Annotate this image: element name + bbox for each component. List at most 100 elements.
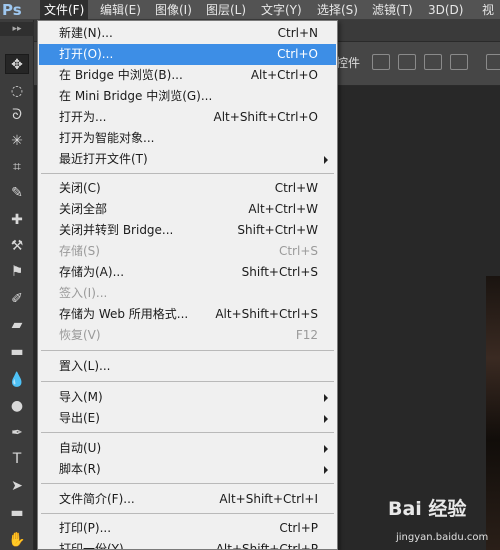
menu-item-label: 新建(N)... (59, 26, 113, 40)
menu-item-shortcut: Alt+Ctrl+O (250, 68, 318, 82)
menu-item-label: 脚本(R) (59, 462, 101, 476)
history-brush-tool-icon[interactable]: ✐ (5, 289, 29, 309)
blur-tool-icon[interactable]: 💧 (5, 370, 29, 390)
menu-item-label: 存储(S) (59, 244, 100, 258)
menu-item-label: 置入(L)... (59, 359, 111, 373)
controls-label: 控件 (336, 56, 361, 70)
eyedropper-tool-icon[interactable]: ✎ (5, 183, 29, 203)
menu-item-open-recent[interactable]: 最近打开文件(T) (39, 149, 336, 170)
menu-item-label: 关闭并转到 Bridge... (59, 223, 174, 237)
menu-item-close-and-go-to-bridge[interactable]: 关闭并转到 Bridge... Shift+Ctrl+W (39, 220, 336, 241)
menu-item-export[interactable]: 导出(E) (39, 408, 336, 429)
align-left-icon[interactable] (450, 54, 468, 70)
menu-item-scripts[interactable]: 脚本(R) (39, 459, 336, 480)
menu-item-label: 导出(E) (59, 411, 100, 425)
menu-item-open-as[interactable]: 打开为... Alt+Shift+Ctrl+O (39, 107, 336, 128)
healing-brush-tool-icon[interactable]: ✚ (5, 210, 29, 230)
submenu-arrow-icon (324, 445, 328, 453)
magic-wand-tool-icon[interactable]: ✳ (5, 131, 29, 151)
menu-item-shortcut: Ctrl+N (277, 26, 318, 40)
menu-separator (41, 483, 334, 484)
menu-view[interactable]: 视 (478, 0, 498, 20)
menu-item-label: 签入(I)... (59, 286, 108, 300)
menu-item-shortcut: F12 (295, 328, 318, 342)
move-tool-icon[interactable]: ✥ (5, 54, 29, 74)
menu-layer[interactable]: 图层(L) (202, 0, 250, 20)
menu-item-label: 存储为 Web 所用格式... (59, 307, 189, 321)
menu-item-label: 文件简介(F)... (59, 492, 135, 506)
menu-separator (41, 173, 334, 174)
menu-3d[interactable]: 3D(D) (424, 0, 467, 20)
menu-item-label: 打印一份(Y) (59, 542, 124, 550)
menu-item-browse-in-bridge[interactable]: 在 Bridge 中浏览(B)... Alt+Ctrl+O (39, 65, 336, 86)
menu-item-save[interactable]: 存储(S) Ctrl+S (39, 241, 336, 262)
menu-item-shortcut: Ctrl+S (278, 244, 318, 258)
menu-item-browse-in-mini-bridge[interactable]: 在 Mini Bridge 中浏览(G)... (39, 86, 336, 107)
menu-select[interactable]: 选择(S) (313, 0, 362, 20)
menu-item-save-for-web[interactable]: 存储为 Web 所用格式... Alt+Shift+Ctrl+S (39, 304, 336, 325)
menu-item-save-as[interactable]: 存储为(A)... Shift+Ctrl+S (39, 262, 336, 283)
eraser-tool-icon[interactable]: ▰ (5, 315, 29, 335)
menu-item-shortcut: Shift+Ctrl+S (241, 265, 318, 279)
menu-item-label: 关闭(C) (59, 181, 101, 195)
menu-item-shortcut: Ctrl+P (279, 521, 318, 535)
brush-tool-icon[interactable]: ⚒ (5, 236, 29, 256)
menu-separator (41, 513, 334, 514)
menu-image[interactable]: 图像(I) (151, 0, 196, 20)
file-menu-dropdown: 新建(N)... Ctrl+N 打开(O)... Ctrl+O 在 Bridge… (37, 20, 338, 550)
hand-tool-icon[interactable]: ✋ (5, 530, 29, 550)
menu-item-place[interactable]: 置入(L)... (39, 356, 336, 377)
menu-separator (41, 381, 334, 382)
dodge-tool-icon[interactable]: ● (5, 396, 29, 416)
menu-item-shortcut: Ctrl+O (277, 47, 318, 61)
crop-tool-icon[interactable]: ⌗ (5, 157, 29, 177)
menu-item-check-in[interactable]: 签入(I)... (39, 283, 336, 304)
submenu-arrow-icon (324, 156, 328, 164)
menu-type[interactable]: 文字(Y) (257, 0, 306, 20)
menu-item-file-info[interactable]: 文件简介(F)... Alt+Shift+Ctrl+I (39, 489, 336, 510)
menu-file[interactable]: 文件(F) (40, 0, 89, 20)
distribute-icon[interactable] (486, 54, 500, 70)
align-middle-icon[interactable] (398, 54, 416, 70)
menu-item-label: 在 Mini Bridge 中浏览(G)... (59, 89, 213, 103)
menu-item-open[interactable]: 打开(O)... Ctrl+O (39, 44, 336, 65)
menu-item-automate[interactable]: 自动(U) (39, 438, 336, 459)
menu-item-shortcut: Alt+Shift+Ctrl+O (213, 110, 318, 124)
watermark-url: jingyan.baidu.com (396, 532, 489, 543)
clone-stamp-tool-icon[interactable]: ⚑ (5, 262, 29, 282)
menu-item-import[interactable]: 导入(M) (39, 387, 336, 408)
baidu-jingyan-watermark: Bai 经验 jingyan.baidu.com (388, 494, 500, 550)
submenu-arrow-icon (324, 394, 328, 402)
type-tool-icon[interactable]: T (5, 449, 29, 469)
menu-item-label: 打开为... (59, 110, 107, 124)
menu-item-shortcut: Alt+Ctrl+W (248, 202, 318, 216)
menu-item-label: 导入(M) (59, 390, 103, 404)
menu-item-shortcut: Alt+Shift+Ctrl+I (219, 492, 318, 506)
lasso-tool-icon[interactable]: ᘐ (5, 105, 29, 125)
menu-filter[interactable]: 滤镜(T) (368, 0, 417, 20)
menu-item-new[interactable]: 新建(N)... Ctrl+N (39, 23, 336, 44)
menu-item-shortcut: Alt+Shift+Ctrl+S (215, 307, 318, 321)
gradient-tool-icon[interactable]: ▬ (5, 342, 29, 362)
menu-item-open-as-smart-object[interactable]: 打开为智能对象... (39, 128, 336, 149)
menu-item-close[interactable]: 关闭(C) Ctrl+W (39, 178, 336, 199)
path-selection-tool-icon[interactable]: ➤ (5, 476, 29, 496)
submenu-arrow-icon (324, 415, 328, 423)
menu-item-print-one-copy[interactable]: 打印一份(Y) Alt+Shift+Ctrl+P (39, 539, 336, 550)
menu-separator (41, 432, 334, 433)
pen-tool-icon[interactable]: ✒ (5, 423, 29, 443)
menu-item-revert[interactable]: 恢复(V) F12 (39, 325, 336, 346)
menu-item-close-all[interactable]: 关闭全部 Alt+Ctrl+W (39, 199, 336, 220)
photoshop-logo: Ps (2, 1, 22, 19)
menu-edit[interactable]: 编辑(E) (96, 0, 145, 20)
tools-panel-header[interactable]: ▸▸ (0, 22, 34, 36)
shape-tool-icon[interactable]: ▬ (5, 503, 29, 523)
menu-item-print[interactable]: 打印(P)... Ctrl+P (39, 518, 336, 539)
align-top-icon[interactable] (372, 54, 390, 70)
marquee-tool-icon[interactable]: ◌ (5, 81, 29, 101)
menu-item-label: 恢复(V) (59, 328, 101, 342)
align-bottom-icon[interactable] (424, 54, 442, 70)
menu-separator (41, 350, 334, 351)
menu-item-label: 关闭全部 (59, 202, 108, 216)
submenu-arrow-icon (324, 466, 328, 474)
